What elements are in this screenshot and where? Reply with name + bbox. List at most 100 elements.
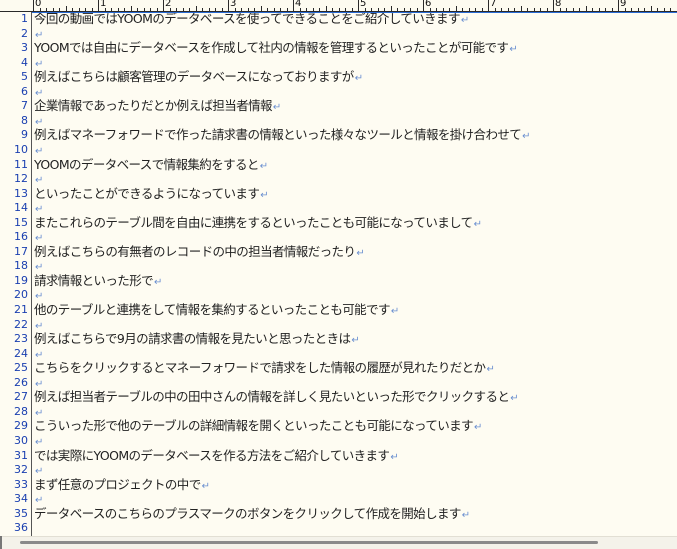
ruler-tick xyxy=(436,8,437,11)
return-mark-icon: ↵ xyxy=(35,436,44,448)
ruler-tick xyxy=(670,8,671,11)
return-mark-icon: ↵ xyxy=(35,378,44,390)
line-number: 1 xyxy=(21,12,28,25)
return-mark-icon: ↵ xyxy=(201,480,210,492)
editor-line[interactable]: 15 またこれらのテーブル間を自由に連携をするといったことも可能になっていまして↵ xyxy=(0,215,677,231)
editor-line[interactable]: 11 YOOMのデータベースで情報集約をすると↵ xyxy=(0,157,677,173)
ruler-tick xyxy=(501,8,502,11)
editor-line[interactable]: 34 ↵ xyxy=(0,492,677,507)
ruler-tick xyxy=(111,8,112,11)
ruler-tick xyxy=(65,6,67,11)
ruler-tick xyxy=(98,0,99,11)
ruler-tick xyxy=(384,8,385,11)
ruler-tick xyxy=(514,8,515,11)
ruler-tick xyxy=(566,8,567,11)
editor-line[interactable]: 21 他のテーブルと連携をして情報を集約するといったことも可能です↵ xyxy=(0,302,677,318)
editor-line[interactable]: 23 例えばこちらで9月の請求書の情報を見たいと思ったときは↵ xyxy=(0,331,677,347)
editor-line[interactable]: 6 ↵ xyxy=(0,85,677,100)
editor-line[interactable]: 17 例えばこちらの有無者のレコードの中の担当者情報だったり↵ xyxy=(0,243,677,260)
return-mark-icon: ↵ xyxy=(473,218,482,230)
return-mark-icon: ↵ xyxy=(35,320,44,332)
line-content: といったことができるようになっています xyxy=(34,185,260,201)
line-content: まず任意のプロジェクトの中で xyxy=(34,476,201,492)
editor-line[interactable]: 25 こちらをクリックするとマネーフォワードで請求をした情報の履歴が見れたりだとか… xyxy=(0,360,677,376)
return-mark-icon: ↵ xyxy=(390,451,399,463)
horizontal-scrollbar-thumb[interactable] xyxy=(20,541,598,544)
editor-line[interactable]: 28 ↵ xyxy=(0,405,677,420)
editor-line[interactable]: 20 ↵ xyxy=(0,288,677,303)
editor-line[interactable]: 1 今回の動画ではYOOMのデータベースを使ってできることをご紹介していきます↵ xyxy=(0,12,677,27)
ruler-tick xyxy=(137,8,138,11)
line-number: 16 xyxy=(14,230,28,244)
editor-line[interactable]: 18 ↵ xyxy=(0,259,677,274)
editor-line[interactable]: 35 データベースのこちらのプラスマークのボタンをクリックして作成を開始します↵ xyxy=(0,505,677,522)
ruler-tick xyxy=(527,8,528,11)
left-edge-marker xyxy=(0,536,2,549)
line-number: 24 xyxy=(14,346,28,360)
line-content: 例えばマネーフォワードで作った請求書の情報といった様々なツールと情報を掛け合わせ… xyxy=(34,127,522,143)
ruler-tick xyxy=(325,6,327,11)
editor-line[interactable]: 16 ↵ xyxy=(0,230,677,245)
ruler-tick xyxy=(195,6,197,11)
editor-line[interactable]: 32 ↵ xyxy=(0,463,677,478)
editor-line[interactable]: 10 ↵ xyxy=(0,143,677,158)
editor-line[interactable]: 12 ↵ xyxy=(0,172,677,187)
editor-line[interactable]: 31 では実際にYOOMのデータベースを作る方法をご紹介していきます↵ xyxy=(0,447,677,464)
line-number: 23 xyxy=(14,332,28,346)
editor-line[interactable]: 30 ↵ xyxy=(0,434,677,449)
editor-line[interactable]: 14 ↵ xyxy=(0,201,677,216)
ruler-tick xyxy=(507,8,509,11)
ruler-tick xyxy=(91,8,93,11)
ruler-tick xyxy=(579,8,580,11)
editor-line[interactable]: 29 こういった形で他のテーブルの詳細情報を開くといったことも可能になっています↵ xyxy=(0,419,677,434)
ruler-label: 8 xyxy=(555,0,562,9)
ruler-tick xyxy=(306,8,307,11)
editor-line[interactable]: 9 例えばマネーフォワードで作った請求書の情報といった様々なツールと情報を掛け合わ… xyxy=(0,128,677,143)
editor-line[interactable]: 13 といったことができるようになっています↵ xyxy=(0,185,677,202)
ruler-tick xyxy=(663,8,665,11)
line-content: では実際にYOOMのデータベースを作る方法をご紹介していきます xyxy=(34,447,390,463)
ruler-tick xyxy=(130,6,132,11)
return-mark-icon: ↵ xyxy=(35,116,44,128)
editor-line[interactable]: 26 ↵ xyxy=(0,376,677,391)
text-editor-area[interactable]: 1 今回の動画ではYOOMのデータベースを使ってできることをご紹介していきます↵ 2… xyxy=(0,12,677,536)
editor-line[interactable]: 24 ↵ xyxy=(0,347,677,362)
line-content: データベースのこちらのプラスマークのボタンをクリックして作成を開始します xyxy=(34,505,461,521)
line-number: 33 xyxy=(14,477,28,491)
editor-line[interactable]: 7 企業情報であったりだとか例えば担当者情報↵ xyxy=(0,99,677,114)
editor-line[interactable]: 19 請求情報といった形で↵ xyxy=(0,273,677,289)
ruler-tick xyxy=(319,8,320,11)
return-mark-icon: ↵ xyxy=(35,349,44,361)
line-number: 28 xyxy=(14,404,28,418)
ruler-tick xyxy=(254,8,255,11)
editor-line[interactable]: 33 まず任意のプロジェクトの中で↵ xyxy=(0,476,677,493)
line-number: 21 xyxy=(14,303,28,316)
ruler-tick xyxy=(553,0,554,11)
editor-line[interactable]: 22 ↵ xyxy=(0,318,677,333)
ruler-tick xyxy=(618,0,619,11)
line-number: 26 xyxy=(14,375,28,389)
ruler-label: 1 xyxy=(100,0,107,9)
editor-line[interactable]: 3 YOOMでは自由にデータベースを作成して社内の情報を管理するといったことが可能… xyxy=(0,40,677,56)
return-mark-icon: ↵ xyxy=(35,175,44,187)
ruler-tick xyxy=(78,8,80,11)
ruler-tick xyxy=(598,8,600,11)
ruler-tick xyxy=(592,8,593,11)
editor-line[interactable]: 8 ↵ xyxy=(0,114,677,129)
ruler-tick xyxy=(189,8,190,11)
ruler-label: 3 xyxy=(230,0,237,9)
line-number: 35 xyxy=(14,506,28,520)
ruler-tick xyxy=(260,6,262,11)
editor-line[interactable]: 36 xyxy=(0,521,677,536)
editor-line[interactable]: 5 例えばこちらは顧客管理のデータベースになっておりますが↵ xyxy=(0,69,677,85)
editor-line[interactable]: 27 例えば担当者テーブルの中の田中さんの情報を詳しく見たいといった形でクリックす… xyxy=(0,390,677,405)
line-number: 7 xyxy=(21,99,28,113)
ruler-tick xyxy=(657,8,658,11)
line-number: 11 xyxy=(14,157,28,171)
return-mark-icon: ↵ xyxy=(35,204,44,216)
return-mark-icon: ↵ xyxy=(35,407,44,419)
editor-line[interactable]: 2 ↵ xyxy=(0,27,677,42)
line-content: 例えばこちらの有無者のレコードの中の担当者情報だったり xyxy=(34,243,356,259)
editor-line[interactable]: 4 ↵ xyxy=(0,56,677,71)
ruler-tick xyxy=(611,8,613,11)
